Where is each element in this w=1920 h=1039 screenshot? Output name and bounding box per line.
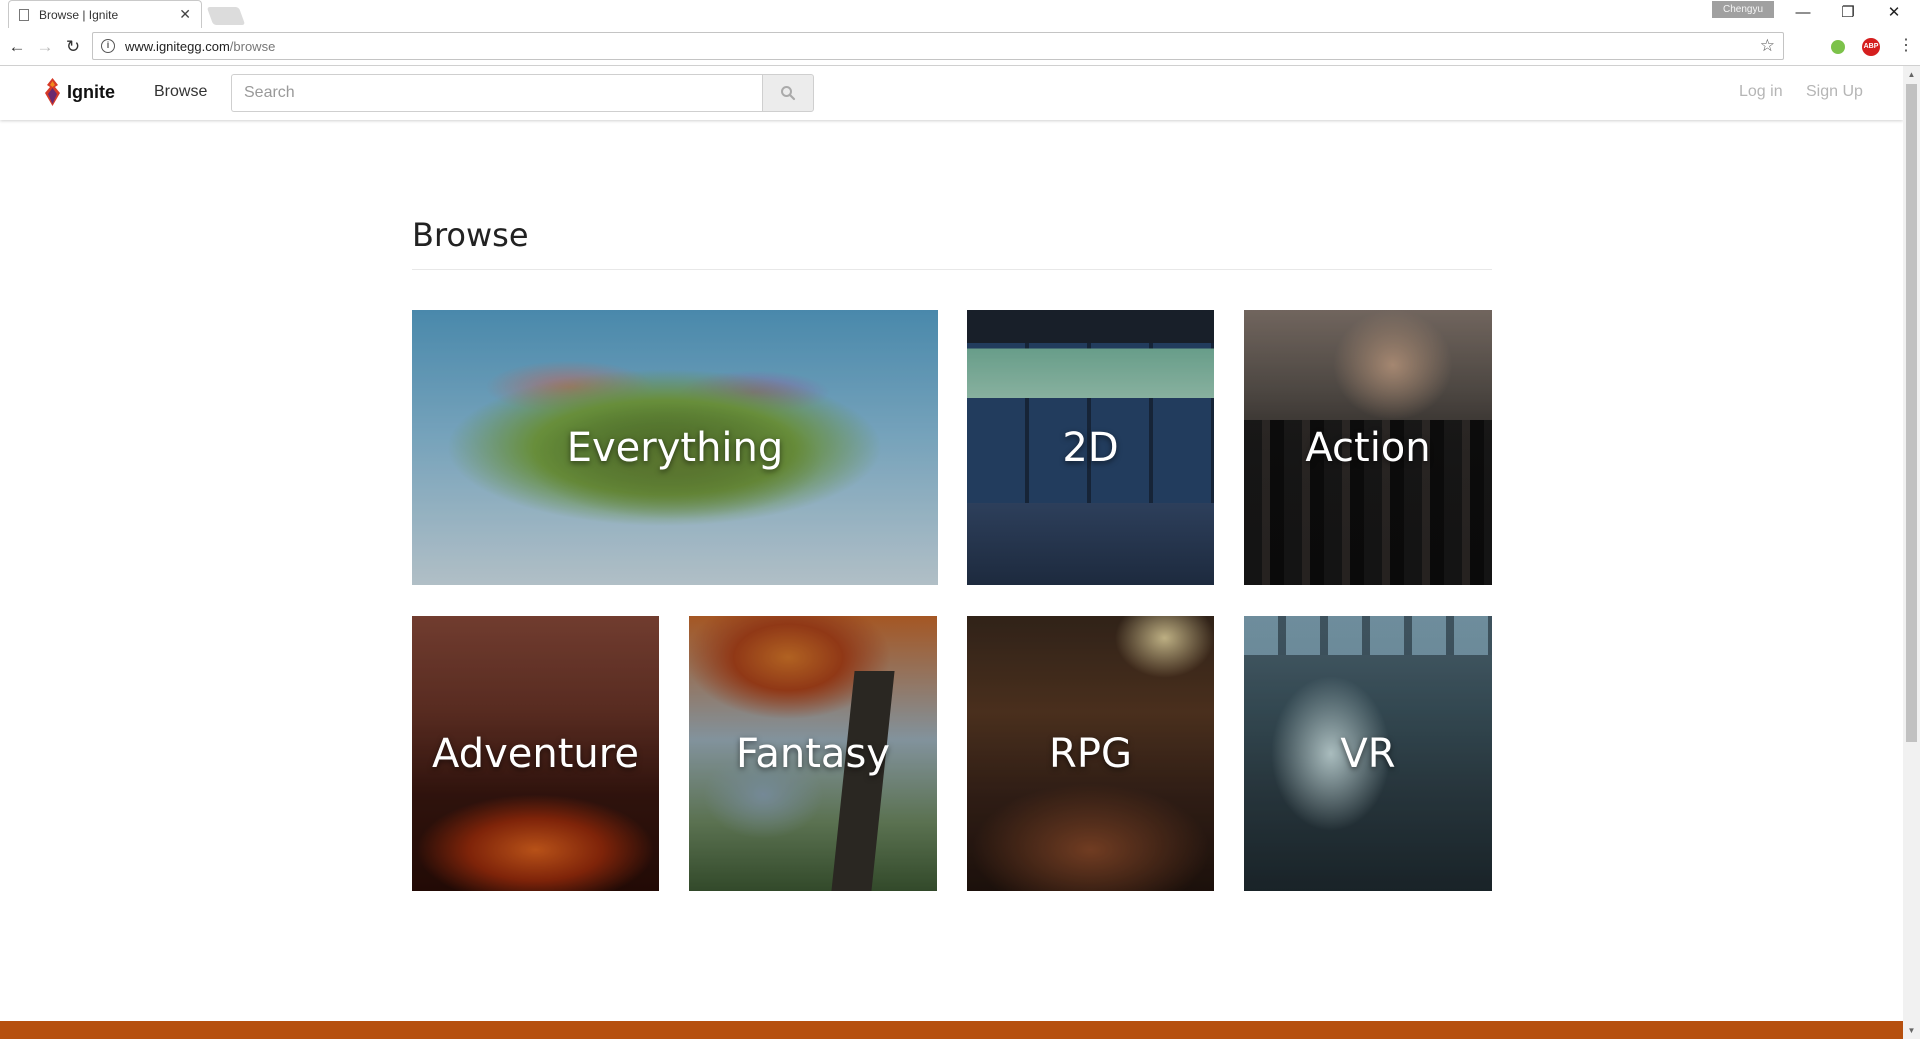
title-divider [412,269,1492,270]
search-form [231,74,814,112]
bookmark-star-icon[interactable]: ☆ [1760,36,1775,56]
category-label: Action [1305,424,1431,471]
category-label: RPG [1049,730,1132,777]
adblock-icon[interactable]: ABP [1862,38,1880,56]
category-tile-everything[interactable]: Everything [412,310,938,585]
search-icon [781,86,796,101]
minimize-icon[interactable]: — [1783,3,1823,23]
close-window-icon[interactable]: ✕ [1874,3,1914,23]
reload-icon[interactable]: ↻ [62,36,84,58]
address-bar[interactable]: i www.ignitegg.com/browse ☆ [92,32,1784,60]
tab-title: Browse | Ignite [39,7,119,22]
category-label: Everything [566,424,784,471]
nav-browse-link[interactable]: Browse [154,83,207,101]
page-viewport: Ignite Browse Log in Sign Up Browse Ever… [0,66,1903,1039]
new-tab-button[interactable] [206,7,246,25]
page-title: Browse [412,216,529,254]
category-label: Adventure [432,730,639,777]
forward-icon[interactable]: → [34,36,56,58]
info-icon[interactable]: i [101,39,115,53]
category-label: 2D [1062,424,1119,471]
close-tab-icon[interactable]: ✕ [179,6,191,23]
category-tile-vr[interactable]: VR [1244,616,1492,891]
browser-menu-icon[interactable]: ⋮ [1898,36,1914,56]
category-tile-fantasy[interactable]: Fantasy [689,616,937,891]
scrollbar-thumb[interactable] [1906,84,1917,742]
site-navbar: Ignite Browse Log in Sign Up [0,66,1903,120]
category-label: Fantasy [736,730,890,777]
brand[interactable]: Ignite [44,78,115,106]
profile-badge[interactable]: Chengyu [1712,1,1774,18]
category-label: VR [1340,730,1396,777]
category-tile-rpg[interactable]: RPG [967,616,1214,891]
ignite-logo-icon [45,78,60,106]
url-path: /browse [229,38,276,54]
scroll-down-icon[interactable]: ▼ [1903,1022,1920,1039]
brand-name: Ignite [67,81,115,102]
browser-tabstrip: Browse | Ignite ✕ Chengyu — ❐ ✕ [0,0,1920,28]
login-link[interactable]: Log in [1739,83,1783,101]
footer-bar [0,1021,1903,1039]
search-input[interactable] [231,74,762,112]
page-icon [19,8,29,21]
search-button[interactable] [762,74,814,112]
signup-link[interactable]: Sign Up [1806,83,1863,101]
url-host: www.ignitegg.com [125,38,230,54]
extension-status-icon[interactable] [1831,40,1845,54]
restore-icon[interactable]: ❐ [1828,3,1868,23]
page-scrollbar[interactable]: ▲ ▼ [1903,66,1920,1039]
scroll-up-icon[interactable]: ▲ [1903,66,1920,83]
browser-toolbar: ← → ↻ i www.ignitegg.com/browse ☆ ABP ⋮ [0,28,1920,66]
category-tile-adventure[interactable]: Adventure [412,616,659,891]
back-icon[interactable]: ← [6,36,28,58]
category-tile-2d[interactable]: 2D [967,310,1214,585]
category-tile-action[interactable]: Action [1244,310,1492,585]
browser-tab[interactable]: Browse | Ignite ✕ [8,0,202,28]
